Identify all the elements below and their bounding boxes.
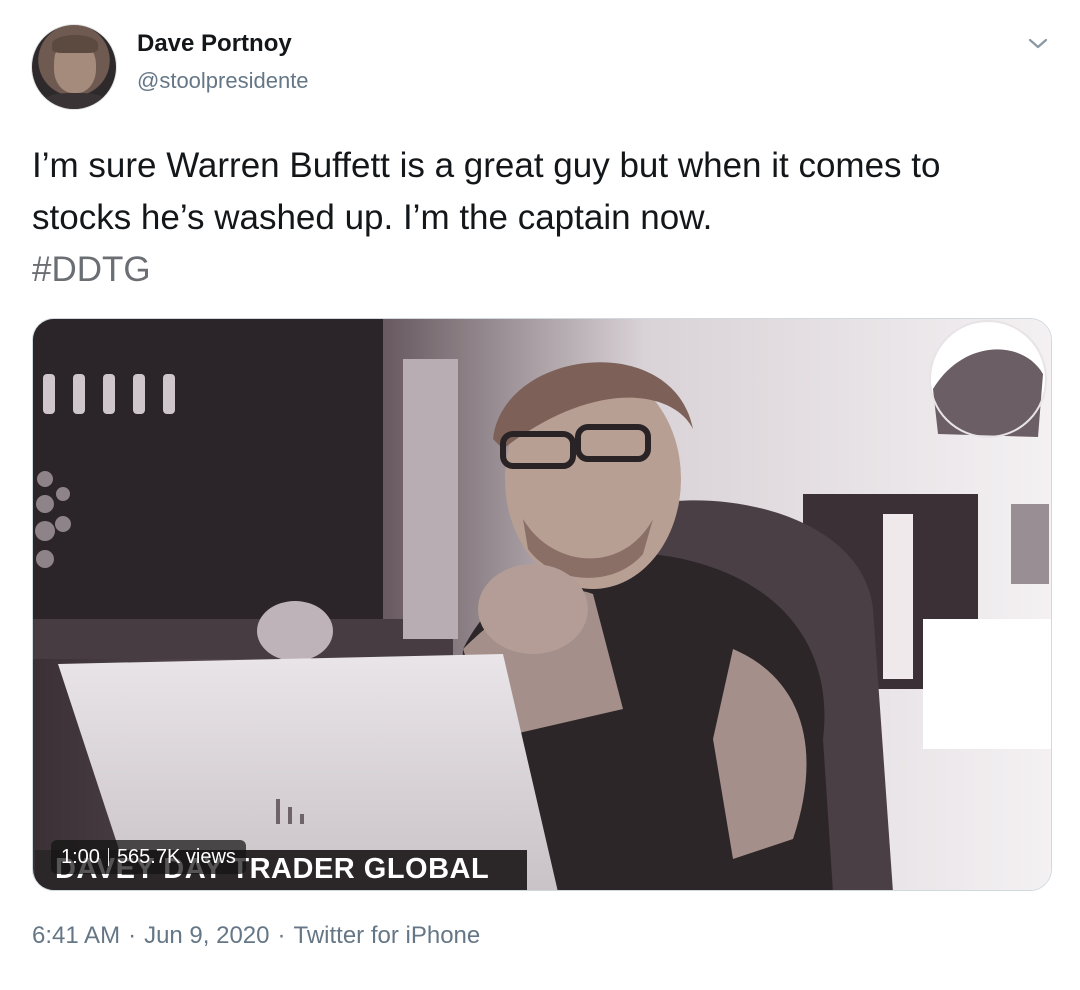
avatar-hair (52, 35, 98, 53)
meta-separator: · (128, 922, 137, 949)
badge-divider (107, 848, 109, 866)
author-name[interactable]: Dave Portnoy (137, 30, 292, 58)
tweet-meta: 6:41 AM · Jun 9, 2020 · Twitter for iPhone (32, 922, 480, 950)
meta-separator: · (277, 922, 286, 949)
video-stats-badge: 1:00 565.7K views (51, 840, 246, 874)
tweet-time[interactable]: 6:41 AM (32, 922, 120, 949)
video-frame (33, 319, 1051, 890)
video-duration: 1:00 (61, 846, 100, 868)
tweet-menu-button[interactable] (1024, 34, 1052, 54)
video-views: 565.7K views (116, 846, 236, 868)
tweet-body: I’m sure Warren Buffett is a great guy b… (32, 146, 941, 237)
author-handle[interactable]: @stoolpresidente (137, 68, 309, 94)
avatar[interactable] (31, 24, 117, 110)
video-player[interactable]: DAVEY DAY TRADER GLOBAL 1:00 565.7K views (32, 318, 1052, 891)
chevron-down-icon (1028, 38, 1048, 49)
avatar-shirt (40, 93, 110, 109)
tweet-text: I’m sure Warren Buffett is a great guy b… (32, 140, 1042, 296)
tweet-source[interactable]: Twitter for iPhone (294, 922, 481, 949)
tweet-card: Dave Portnoy @stoolpresidente I’m sure W… (0, 0, 1080, 990)
hashtag-link[interactable]: #DDTG (32, 244, 151, 296)
tweet-date[interactable]: Jun 9, 2020 (144, 922, 269, 949)
